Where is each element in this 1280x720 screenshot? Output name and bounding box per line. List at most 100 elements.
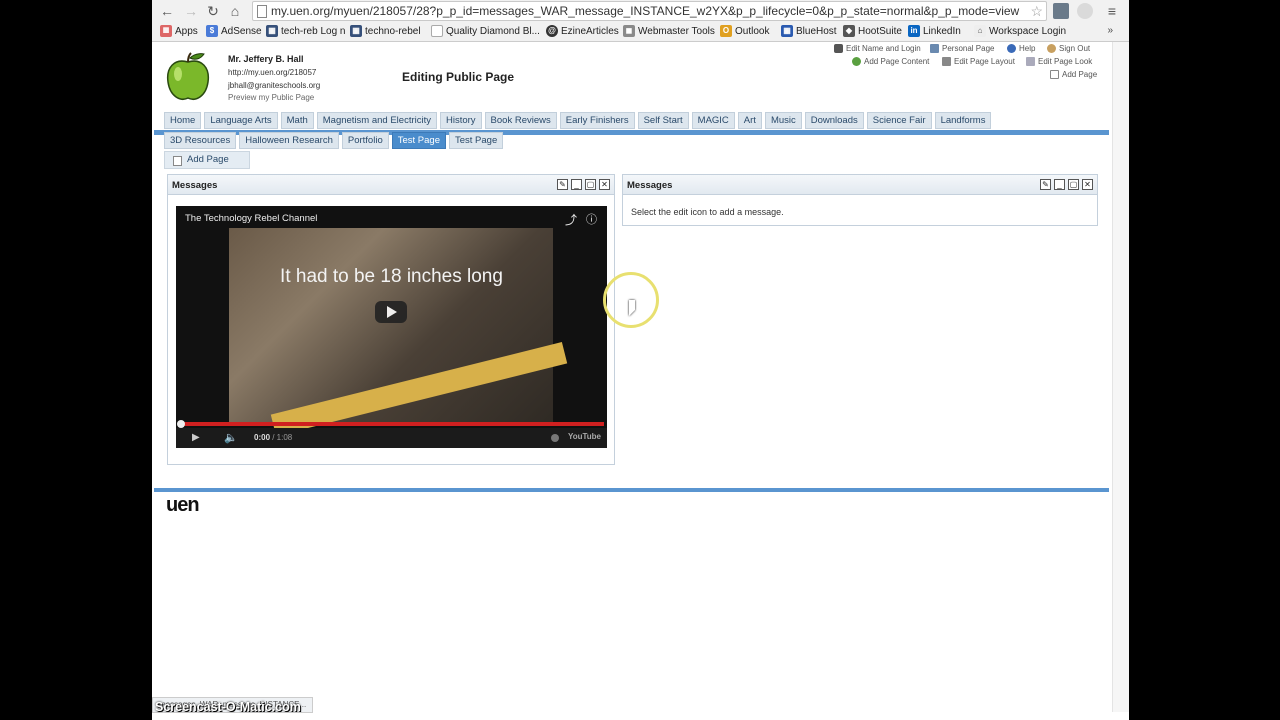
minimize-icon[interactable]: _ xyxy=(1054,179,1065,190)
page-title: Editing Public Page xyxy=(402,70,515,84)
tab-book-reviews[interactable]: Book Reviews xyxy=(484,112,557,129)
hootsuite-icon: ◆ xyxy=(843,25,855,37)
bookmark-adsense[interactable]: $ AdSense xyxy=(206,25,262,37)
extension-icon[interactable] xyxy=(1077,3,1093,19)
video-caption: It had to be 18 inches long xyxy=(280,266,503,287)
tab-art[interactable]: Art xyxy=(737,112,762,129)
video-controls: ▶ 🔈 0:00 / 1:08 YouTube xyxy=(176,428,607,448)
play-button-icon[interactable] xyxy=(375,301,407,323)
portlet-title: Messages xyxy=(627,180,673,191)
bookmark-hootsuite[interactable]: ◆ HootSuite xyxy=(843,25,902,37)
address-bar[interactable]: my.uen.org/myuen/218057/28?p_p_id=messag… xyxy=(252,1,1047,21)
star-icon[interactable]: ☆ xyxy=(1030,3,1043,20)
sign-out-link[interactable]: Sign Out xyxy=(1047,44,1090,53)
bookmark-bluehost[interactable]: ▦ BlueHost xyxy=(781,25,837,37)
page-icon xyxy=(257,5,267,18)
video-time: 0:00 / 1:08 xyxy=(254,433,293,442)
minimize-icon[interactable]: _ xyxy=(571,179,582,190)
youtube-video-player[interactable]: The Technology Rebel Channel ⤴ ⓘ It had … xyxy=(176,206,607,448)
portlet-header: Messages ✎ _ ▢ ✕ xyxy=(623,175,1097,195)
maximize-icon[interactable]: ▢ xyxy=(1068,179,1079,190)
maximize-icon[interactable]: ▢ xyxy=(585,179,596,190)
tab-magic[interactable]: MAGIC xyxy=(691,112,735,129)
page-scrollbar[interactable] xyxy=(1112,42,1129,712)
secondary-tab-bar: 3D Resources Halloween Research Portfoli… xyxy=(164,132,504,149)
tab-downloads[interactable]: Downloads xyxy=(804,112,864,129)
progress-scrubber-handle[interactable] xyxy=(177,420,185,428)
add-page-content-link[interactable]: Add Page Content xyxy=(852,57,929,66)
personal-page-link[interactable]: Personal Page xyxy=(930,44,994,53)
add-page-link[interactable]: Add Page xyxy=(1050,70,1097,79)
uen-logo[interactable]: uen xyxy=(166,494,200,517)
edit-icon[interactable]: ✎ xyxy=(1040,179,1051,190)
tab-music[interactable]: Music xyxy=(764,112,802,129)
youtube-logo[interactable]: YouTube xyxy=(568,432,601,441)
tab-test-page-active[interactable]: Test Page xyxy=(391,132,446,149)
video-channel-title[interactable]: The Technology Rebel Channel xyxy=(185,213,317,224)
edit-name-link[interactable]: Edit Name and Login xyxy=(834,44,921,53)
sign-out-icon xyxy=(1047,44,1056,53)
bookmark-techreb[interactable]: ▦ tech-reb Log n xyxy=(266,25,346,37)
tab-test-page[interactable]: Test Page xyxy=(448,132,504,149)
tab-science-fair[interactable]: Science Fair xyxy=(866,112,932,129)
menu-icon[interactable]: ≡ xyxy=(1103,2,1121,20)
add-page-icon xyxy=(1050,70,1059,79)
back-icon[interactable]: ← xyxy=(158,2,176,20)
edit-page-layout-link[interactable]: Edit Page Layout xyxy=(942,57,1015,66)
adsense-icon: $ xyxy=(206,25,218,37)
video-progress-bar[interactable] xyxy=(177,420,604,428)
tab-landforms[interactable]: Landforms xyxy=(934,112,992,129)
close-icon[interactable]: ✕ xyxy=(1082,179,1093,190)
bookmark-workspace-login[interactable]: ⌂ Workspace Login xyxy=(974,25,1066,37)
bookmark-linkedin[interactable]: in LinkedIn xyxy=(908,25,961,37)
bookmark-apps[interactable]: ▦ Apps xyxy=(160,25,198,37)
apps-icon: ▦ xyxy=(160,25,172,37)
tab-3d-resources[interactable]: 3D Resources xyxy=(164,132,237,149)
messages-portlet-left: Messages ✎ _ ▢ ✕ The Technology Rebel Ch… xyxy=(167,174,615,465)
share-icon[interactable]: ⤴ xyxy=(565,211,577,228)
edit-page-look-link[interactable]: Edit Page Look xyxy=(1026,57,1092,66)
page-icon xyxy=(431,25,443,37)
bookmark-technorebel[interactable]: ▦ techno-rebel xyxy=(350,25,421,37)
add-page-tab[interactable]: Add Page xyxy=(164,151,250,169)
help-link[interactable]: Help xyxy=(1007,44,1035,53)
close-icon[interactable]: ✕ xyxy=(599,179,610,190)
tab-early-finishers[interactable]: Early Finishers xyxy=(559,112,635,129)
user-url-link[interactable]: http://my.uen.org/218057 xyxy=(228,68,316,77)
tab-math[interactable]: Math xyxy=(280,112,314,129)
bookmark-webmaster-tools[interactable]: ◼ Webmaster Tools xyxy=(623,25,715,37)
preview-public-page-link[interactable]: Preview my Public Page xyxy=(228,93,314,102)
user-email-link[interactable]: jbhall@graniteschools.org xyxy=(228,81,320,90)
personal-page-icon xyxy=(930,44,939,53)
empty-message-hint: Select the edit icon to add a message. xyxy=(631,207,784,217)
bookmark-quality-diamond[interactable]: Quality Diamond Bl... xyxy=(431,25,540,37)
extension-icon[interactable] xyxy=(1053,3,1069,19)
tab-language-arts[interactable]: Language Arts xyxy=(204,112,278,129)
tab-history[interactable]: History xyxy=(439,112,482,129)
ezine-icon: @ xyxy=(546,25,558,37)
bookmark-outlook[interactable]: O Outlook xyxy=(720,25,769,37)
edit-icon[interactable]: ✎ xyxy=(557,179,568,190)
home-icon[interactable]: ⌂ xyxy=(226,2,244,20)
tab-halloween-research[interactable]: Halloween Research xyxy=(239,132,339,149)
tab-portfolio[interactable]: Portfolio xyxy=(341,132,389,149)
add-content-icon xyxy=(852,57,861,66)
reload-icon[interactable]: ↻ xyxy=(204,2,222,20)
forward-icon[interactable]: → xyxy=(182,2,200,20)
tab-home[interactable]: Home xyxy=(164,112,202,129)
settings-icon[interactable] xyxy=(551,434,559,442)
tab-magnetism[interactable]: Magnetism and Electricity xyxy=(316,112,437,129)
volume-icon[interactable]: 🔈 xyxy=(224,431,238,444)
bookmarks-overflow-button[interactable]: » xyxy=(1107,25,1113,36)
info-icon[interactable]: ⓘ xyxy=(586,211,597,227)
primary-tab-bar: Home Language Arts Math Magnetism and El… xyxy=(164,112,992,129)
bookmark-ezinearticles[interactable]: @ EzineArticles xyxy=(546,25,619,37)
page-look-icon xyxy=(1026,57,1035,66)
mouse-cursor-icon xyxy=(629,300,635,316)
layout-icon xyxy=(942,57,951,66)
tab-self-start[interactable]: Self Start xyxy=(637,112,689,129)
play-icon[interactable]: ▶ xyxy=(192,432,200,443)
user-name: Mr. Jeffery B. Hall xyxy=(228,54,304,64)
bluehost-icon: ▦ xyxy=(781,25,793,37)
portlet-header: Messages ✎ _ ▢ ✕ xyxy=(168,175,614,195)
